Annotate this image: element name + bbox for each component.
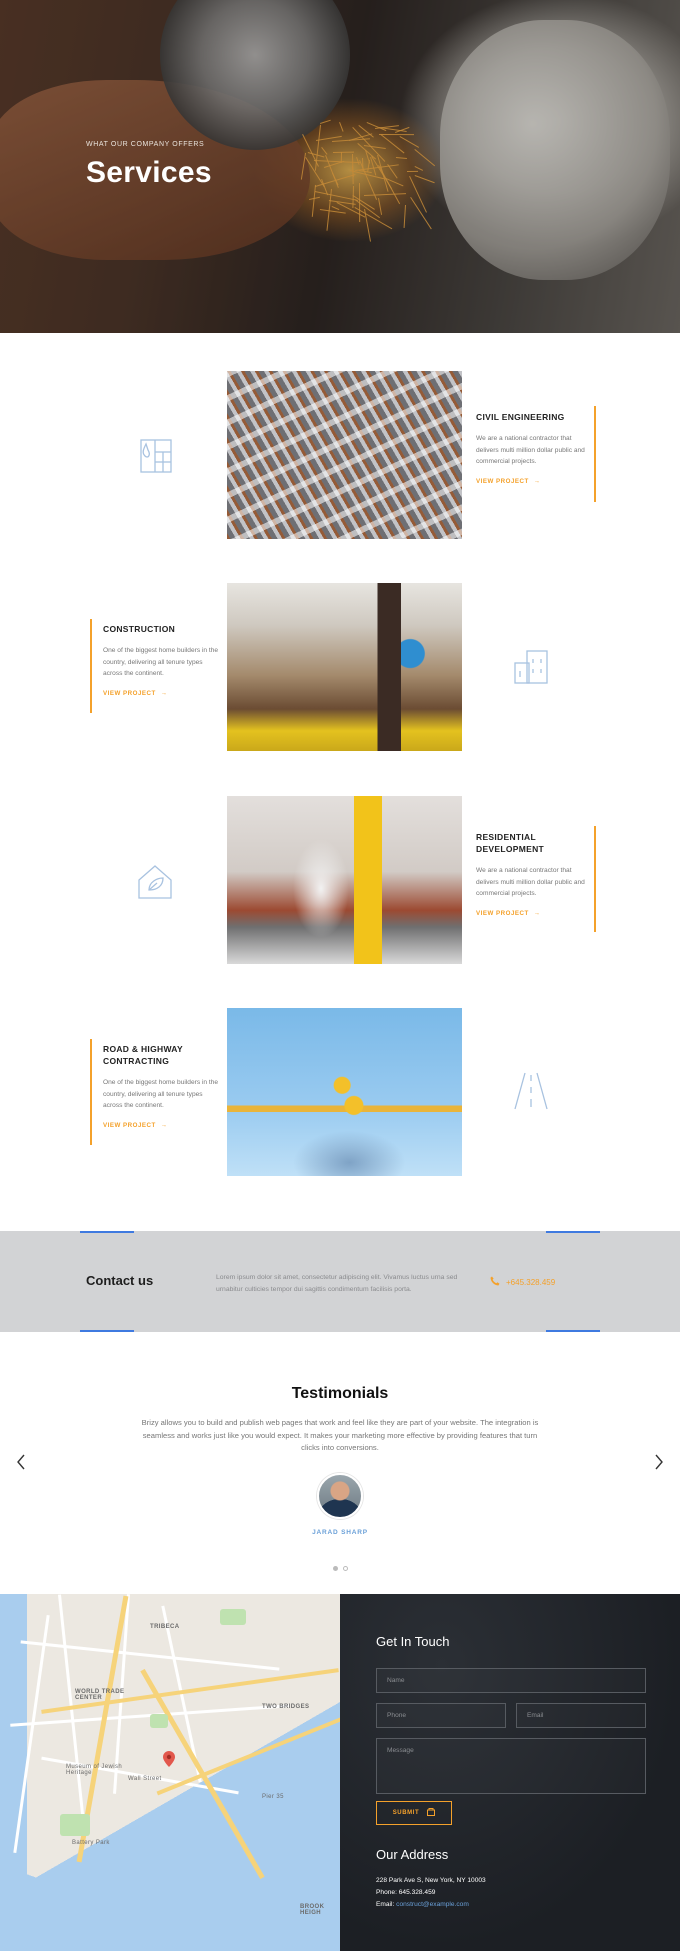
map-pin-icon[interactable] [163,1751,175,1767]
service-title: RESIDENTIAL DEVELOPMENT [476,832,545,854]
service-title: CONSTRUCTION [103,624,176,634]
slider-prev-arrow[interactable] [13,1452,29,1472]
hero-eyebrow: WHAT OUR COMPANY OFFERS [86,141,205,148]
accent-bar [594,826,596,932]
testimonials-title: Testimonials [291,1385,389,1402]
contact-title: Contact us [86,1273,154,1288]
contact-text: Lorem ipsum dolor sit amet, consectetur … [216,1274,458,1293]
buildings-icon [509,645,553,689]
accent-bar [594,406,596,502]
address-phone: Phone: 645.328.459 [376,1889,436,1896]
service-road-highway: ROAD & HIGHWAY CONTRACTING One of the bi… [103,1043,221,1129]
view-project-link[interactable]: VIEW PROJECT → [103,690,221,697]
slider-dot-active[interactable] [333,1566,338,1571]
name-field[interactable]: Name [376,1668,646,1693]
service-description: One of the biggest home builders in the … [103,647,219,677]
floor-plan-icon [133,434,177,478]
leaf-house-icon [133,860,177,904]
arrow-right-icon: → [533,477,541,485]
road-contracting-image [227,1008,462,1176]
get-in-touch-title: Get In Touch [376,1634,450,1649]
hero-banner: WHAT OUR COMPANY OFFERS Services [0,0,680,333]
service-title: ROAD & HIGHWAY CONTRACTING [103,1044,183,1066]
location-map[interactable]: TRIBECA WORLD TRADE CENTER TWO BRIDGES B… [0,1594,340,1951]
civil-engineering-image [227,371,462,539]
service-title: CIVIL ENGINEERING [476,412,565,422]
slider-dot[interactable] [343,1566,348,1571]
phone-icon [490,1276,500,1288]
address-email: Email: construct@example.com [376,1901,469,1908]
construction-image [227,583,462,751]
email-field[interactable]: Email [516,1703,646,1728]
get-in-touch-panel: Get In Touch Name Phone Email Message SU… [340,1594,680,1951]
page-title: Services [86,156,212,189]
avatar [317,1473,363,1519]
view-project-link[interactable]: VIEW PROJECT → [103,1122,221,1129]
service-description: One of the biggest home builders in the … [103,1079,219,1109]
submit-button[interactable]: SUBMIT [376,1801,452,1825]
address-title: Our Address [376,1847,449,1862]
address-line: 228 Park Ave S, New York, NY 10003 [376,1877,486,1884]
service-description: We are a national contractor that delive… [476,867,585,897]
service-civil-engineering: CIVIL ENGINEERING We are a national cont… [476,411,594,485]
road-icon [509,1069,553,1113]
view-project-link[interactable]: VIEW PROJECT → [476,478,594,485]
send-icon [427,1808,436,1818]
accent-bar [90,1039,92,1145]
contact-phone[interactable]: +645.328.459 [490,1276,555,1288]
testimonial-quote: Brizy allows you to build and publish we… [141,1418,539,1452]
slider-next-arrow[interactable] [651,1452,667,1472]
service-residential-development: RESIDENTIAL DEVELOPMENT We are a nationa… [476,831,594,917]
accent-bar [90,619,92,713]
view-project-link[interactable]: VIEW PROJECT → [476,910,594,917]
slider-dots [333,1566,348,1571]
email-link[interactable]: construct@example.com [396,1901,469,1908]
arrow-right-icon: → [160,689,168,697]
service-construction: CONSTRUCTION One of the biggest home bui… [103,623,221,697]
service-description: We are a national contractor that delive… [476,435,585,465]
arrow-right-icon: → [533,909,541,917]
residential-development-image [227,796,462,964]
message-field[interactable]: Message [376,1738,646,1794]
phone-field[interactable]: Phone [376,1703,506,1728]
testimonial-author: JARAD SHARP [312,1529,368,1536]
arrow-right-icon: → [160,1121,168,1129]
contact-strip: Contact us Lorem ipsum dolor sit amet, c… [0,1231,680,1332]
